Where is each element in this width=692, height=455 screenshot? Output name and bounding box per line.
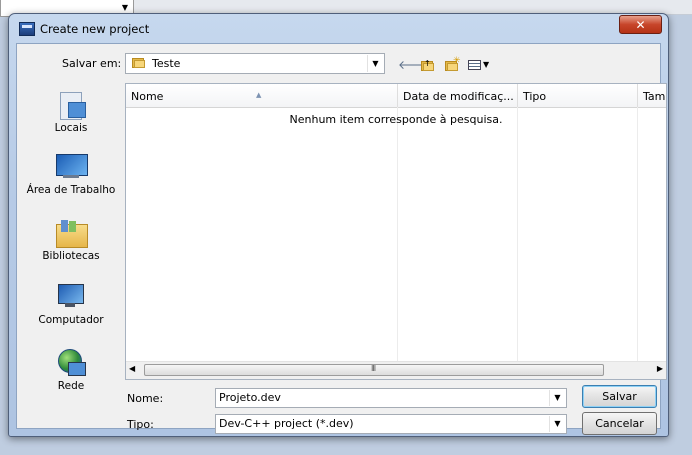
places-bar: Locais Área de Trabalho Bibliotecas Comp… — [21, 90, 121, 393]
file-name-combo[interactable]: Projeto.dev ▼ — [215, 388, 567, 408]
file-name-label: Nome: — [127, 392, 164, 405]
cancel-button[interactable]: Cancelar — [582, 412, 657, 435]
scroll-right-icon[interactable]: ▶ — [657, 364, 663, 373]
file-type-label: Tipo: — [127, 418, 154, 431]
folder-up-icon[interactable]: ↑ — [420, 57, 436, 73]
network-icon — [55, 348, 87, 378]
horizontal-scrollbar[interactable]: ◀ III ▶ — [126, 361, 666, 379]
computer-icon — [55, 282, 87, 312]
arrow-left-icon[interactable]: 🡐 — [398, 57, 430, 73]
place-desktop[interactable]: Área de Trabalho — [21, 152, 121, 197]
window-title: Create new project — [40, 22, 150, 36]
place-label: Área de Trabalho — [26, 184, 116, 196]
column-date-modified[interactable]: Data de modificaç... — [398, 84, 518, 107]
place-label: Locais — [54, 122, 88, 134]
title-bar: Create new project ✕ — [9, 14, 668, 43]
column-divider — [637, 107, 638, 363]
close-button[interactable]: ✕ — [619, 15, 662, 34]
save-in-combo[interactable]: Teste ▼ — [125, 53, 385, 74]
place-label: Rede — [57, 380, 85, 392]
new-folder-icon[interactable]: ✳ — [444, 56, 462, 73]
file-type-value: Dev-C++ project (*.dev) — [219, 417, 354, 430]
save-button[interactable]: Salvar — [582, 385, 657, 408]
file-name-value: Projeto.dev — [219, 391, 281, 404]
scroll-left-icon[interactable]: ◀ — [129, 364, 135, 373]
file-type-combo[interactable]: Dev-C++ project (*.dev) ▼ — [215, 414, 567, 434]
place-computer[interactable]: Computador — [21, 282, 121, 327]
save-dialog-window: Create new project ✕ Salvar em: Teste ▼ … — [8, 13, 669, 437]
view-menu-icon[interactable]: ▼ — [468, 57, 490, 73]
folder-icon — [132, 57, 145, 68]
recent-places-icon — [56, 90, 86, 120]
app-icon — [19, 22, 35, 36]
dialog-client-area: Salvar em: Teste ▼ 🡐 ↑ ✳ ▼ Locais Área d… — [16, 43, 667, 435]
grip-icon: III — [371, 364, 376, 373]
column-size[interactable]: Tam — [638, 84, 666, 107]
column-header-row: Nome ▲ Data de modificaç... Tipo Tam — [126, 84, 666, 108]
empty-list-message: Nenhum item corresponde à pesquisa. — [289, 113, 503, 126]
place-label: Bibliotecas — [42, 250, 100, 262]
column-divider — [517, 107, 518, 363]
chevron-down-icon[interactable]: ▼ — [549, 390, 565, 406]
save-in-value: Teste — [152, 57, 181, 70]
libraries-icon — [55, 218, 88, 248]
column-divider — [397, 107, 398, 363]
chevron-down-icon[interactable]: ▼ — [549, 416, 565, 432]
desktop-icon — [55, 152, 88, 182]
save-in-label: Salvar em: — [62, 57, 122, 70]
column-name[interactable]: Nome ▲ — [126, 84, 398, 107]
file-list[interactable]: Nome ▲ Data de modificaç... Tipo Tam Nen… — [125, 83, 667, 380]
sort-ascending-icon: ▲ — [256, 91, 262, 99]
place-libraries[interactable]: Bibliotecas — [21, 218, 121, 263]
place-recent[interactable]: Locais — [21, 90, 121, 135]
column-type[interactable]: Tipo — [518, 84, 638, 107]
column-name-label: Nome — [131, 90, 164, 103]
scrollbar-thumb[interactable]: III — [144, 364, 604, 376]
chevron-down-icon[interactable]: ▼ — [367, 55, 383, 72]
place-network[interactable]: Rede — [21, 348, 121, 393]
place-label: Computador — [38, 314, 104, 326]
